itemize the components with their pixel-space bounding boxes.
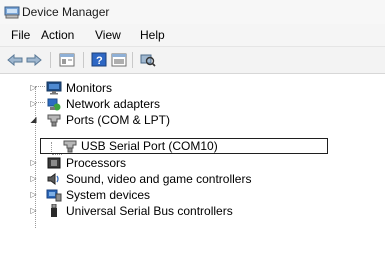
- node-label: Monitors: [66, 81, 113, 95]
- window-title: Device Manager: [22, 5, 110, 19]
- toolbar-separator: [132, 52, 133, 68]
- toolbar: ?: [0, 47, 385, 74]
- node-label: Sound, video and game controllers: [66, 172, 252, 186]
- node-label: System devices: [66, 188, 151, 202]
- menu-file[interactable]: File: [11, 28, 30, 42]
- port-icon: [63, 140, 77, 153]
- toolbar-separator: [83, 52, 84, 68]
- menu-help[interactable]: Help: [140, 28, 165, 42]
- tree-node-network-adapters[interactable]: ▷ Network adapters: [30, 96, 230, 112]
- expand-arrow-icon[interactable]: ▷: [30, 99, 37, 108]
- processor-icon: [47, 157, 61, 169]
- collapse-arrow-icon[interactable]: ◢: [30, 115, 37, 124]
- network-adapter-icon: [47, 98, 61, 111]
- tree-node-sound[interactable]: ▷ Sound, video and game controllers: [30, 171, 330, 187]
- tree-node-usb-serial-port[interactable]: USB Serial Port (COM10): [40, 138, 328, 154]
- toolbar-separator: [50, 52, 51, 68]
- usb-icon: [51, 204, 57, 217]
- expand-arrow-icon[interactable]: ▷: [30, 83, 37, 92]
- update-driver-icon[interactable]: [110, 51, 128, 68]
- node-label: Universal Serial Bus controllers: [66, 204, 233, 218]
- node-label: Processors: [66, 156, 127, 170]
- monitor-icon: [46, 81, 62, 95]
- title-bar: Device Manager: [0, 0, 385, 24]
- forward-icon[interactable]: [25, 51, 43, 68]
- tree-node-processors[interactable]: ▷ Processors: [30, 155, 230, 171]
- system-devices-icon: [46, 189, 62, 202]
- properties-icon[interactable]: [58, 51, 76, 68]
- node-label: Ports (COM & LPT): [66, 113, 171, 127]
- help-icon[interactable]: ?: [90, 51, 108, 68]
- menu-view[interactable]: View: [95, 28, 121, 42]
- expand-arrow-icon[interactable]: ▷: [30, 174, 37, 183]
- node-label: Network adapters: [66, 97, 161, 111]
- menu-bar: File Action View Help: [0, 24, 385, 47]
- expand-arrow-icon[interactable]: ▷: [30, 158, 37, 167]
- node-label: USB Serial Port (COM10): [81, 139, 218, 153]
- tree-node-ports[interactable]: ◢ Ports (COM & LPT): [30, 112, 230, 128]
- speaker-icon: [47, 173, 59, 185]
- port-icon: [47, 114, 61, 127]
- expand-arrow-icon[interactable]: ▷: [30, 206, 37, 215]
- tree-node-usb-controllers[interactable]: ▷ Universal Serial Bus controllers: [30, 203, 330, 219]
- device-manager-icon: [4, 6, 20, 19]
- tree-node-monitors[interactable]: ▷ Monitors: [30, 80, 230, 96]
- back-icon[interactable]: [6, 51, 24, 68]
- svg-text:?: ?: [96, 55, 103, 67]
- expand-arrow-icon[interactable]: ▷: [30, 190, 37, 199]
- menu-action[interactable]: Action: [41, 28, 74, 42]
- scan-hardware-icon[interactable]: [139, 51, 157, 68]
- tree-node-system-devices[interactable]: ▷ System devices: [30, 187, 230, 203]
